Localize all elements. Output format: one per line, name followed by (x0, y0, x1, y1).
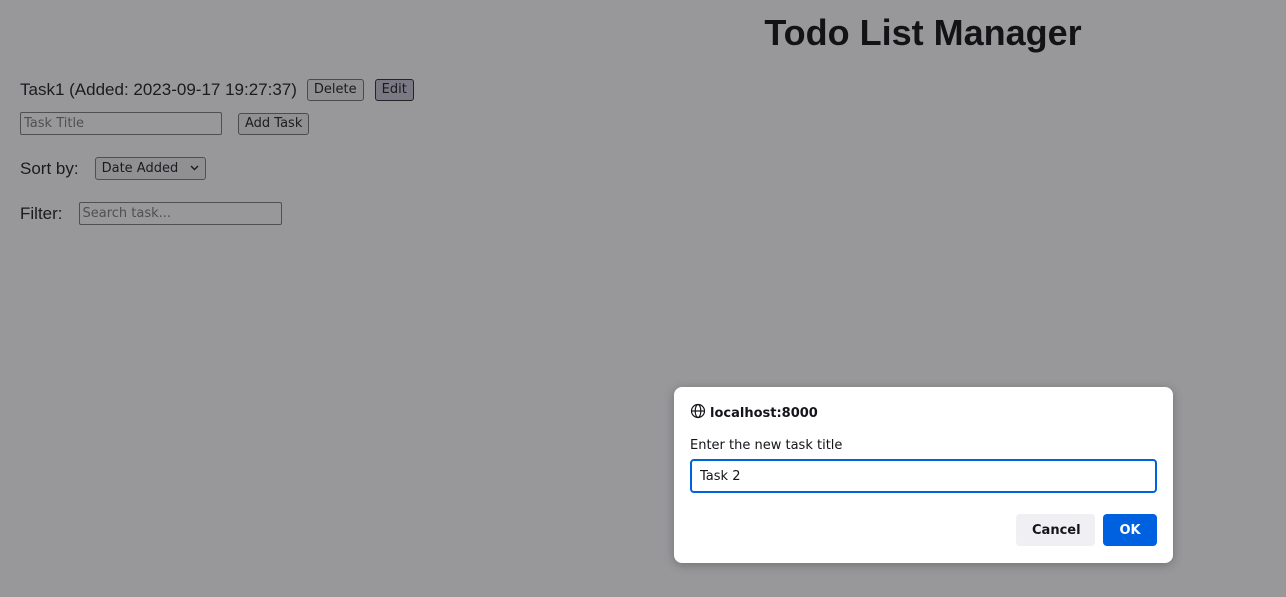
globe-icon (690, 403, 710, 423)
cancel-button[interactable]: Cancel (1016, 514, 1095, 546)
ok-button[interactable]: OK (1103, 514, 1157, 546)
prompt-dialog: localhost:8000 Enter the new task title … (674, 387, 1173, 563)
dialog-header: localhost:8000 (690, 403, 818, 423)
dialog-origin: localhost:8000 (710, 405, 818, 421)
new-task-title-input[interactable] (690, 459, 1157, 493)
dialog-message: Enter the new task title (690, 438, 843, 453)
dialog-buttons: Cancel OK (1016, 514, 1157, 546)
page: Todo List Manager Task1 (Added: 2023-09-… (0, 0, 1286, 597)
